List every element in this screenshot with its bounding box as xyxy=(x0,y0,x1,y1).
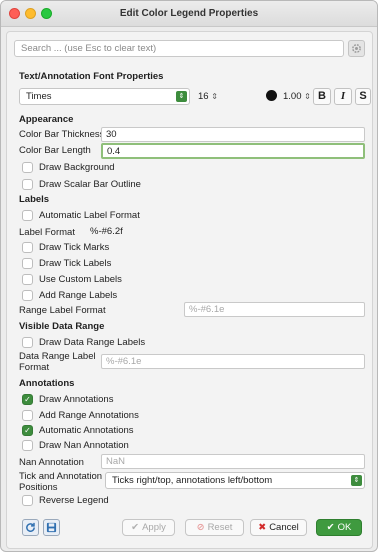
save-defaults-button[interactable] xyxy=(43,519,60,536)
dialog-window: Edit Color Legend Properties Search ... … xyxy=(0,0,378,552)
label-format-label: Label Format xyxy=(19,227,75,238)
font-family-value: Times xyxy=(26,91,52,102)
checkbox-label: Draw Tick Marks xyxy=(39,242,110,253)
nan-annotation-input[interactable]: NaN xyxy=(101,454,365,469)
search-input[interactable]: Search ... (use Esc to clear text) xyxy=(14,40,344,57)
checkbox-box xyxy=(22,290,33,301)
font-size-spinbox[interactable]: 16 ⇕ xyxy=(198,88,218,105)
bar-length-input[interactable]: 0.4 xyxy=(101,143,365,159)
font-opacity-value: 1.00 xyxy=(283,91,302,102)
positions-label-line1: Tick and Annotation xyxy=(19,471,103,482)
refresh-icon xyxy=(26,522,35,532)
spin-arrows-icon: ⇕ xyxy=(211,92,218,101)
checkbox-box xyxy=(22,337,33,348)
checkbox-label: Draw Data Range Labels xyxy=(39,337,146,348)
font-size-value: 16 xyxy=(198,91,209,102)
checkbox-box xyxy=(22,274,33,285)
nan-annotation-label: Nan Annotation xyxy=(19,457,84,468)
select-arrows-icon: ⇕ xyxy=(351,475,362,486)
bar-length-label: Color Bar Length xyxy=(19,145,91,156)
checkbox-label: Add Range Annotations xyxy=(39,410,139,421)
checkmark-icon: ✓ xyxy=(22,425,33,436)
appearance-section-header: Appearance xyxy=(19,114,74,125)
apply-button[interactable]: ✔ Apply xyxy=(122,519,175,536)
label-format-input[interactable]: %-#6.2f xyxy=(85,224,365,239)
data-range-format-input[interactable]: %-#6.1e xyxy=(101,354,365,369)
check-icon: ✔ xyxy=(326,522,335,533)
data-range-format-label-line2: Format xyxy=(19,362,50,373)
checkbox-box xyxy=(22,162,33,173)
positions-value: Ticks right/top, annotations left/bottom xyxy=(112,475,273,486)
floppy-disk-icon xyxy=(46,522,57,533)
data-range-format-label-line1: Data Range Label xyxy=(19,351,96,362)
window-title: Edit Color Legend Properties xyxy=(119,8,259,19)
range-label-format-input[interactable]: %-#6.1e xyxy=(184,302,365,317)
italic-button[interactable]: I xyxy=(334,88,352,105)
font-color-button[interactable] xyxy=(266,90,277,101)
ok-button[interactable]: ✔ OK xyxy=(316,519,362,536)
checkmark-icon: ✔ xyxy=(131,522,140,533)
ok-button-label: OK xyxy=(337,522,352,533)
positions-select[interactable]: Ticks right/top, annotations left/bottom… xyxy=(105,472,365,489)
checkbox-box xyxy=(22,210,33,221)
reset-button-label: Reset xyxy=(207,522,233,533)
checkbox-label: Reverse Legend xyxy=(39,495,109,506)
checkbox-label: Add Range Labels xyxy=(39,290,118,301)
font-family-select[interactable]: Times ⇕ xyxy=(19,88,190,105)
checkbox-box xyxy=(22,242,33,253)
font-properties-row: Times ⇕ 16 ⇕ 1.00 ⇕ B I S xyxy=(19,88,371,105)
checkbox-label: Use Custom Labels xyxy=(39,274,122,285)
bold-button[interactable]: B xyxy=(313,88,331,105)
checkbox-label: Draw Background xyxy=(39,162,115,173)
annotations-section-header: Annotations xyxy=(19,378,75,389)
gear-icon xyxy=(352,44,361,53)
spin-arrows-icon: ⇕ xyxy=(304,92,311,101)
font-opacity-spinbox[interactable]: 1.00 ⇕ xyxy=(283,88,311,105)
checkbox-label: Draw Tick Labels xyxy=(39,258,112,269)
shadow-button[interactable]: S xyxy=(355,88,371,105)
positions-label: Tick and Annotation Positions xyxy=(19,471,102,493)
checkbox-box xyxy=(22,440,33,451)
checkbox-label: Automatic Label Format xyxy=(39,210,140,221)
checkbox-box xyxy=(22,410,33,421)
checkbox-box xyxy=(22,258,33,269)
checkbox-label: Automatic Annotations xyxy=(39,425,134,436)
bar-thickness-label: Color Bar Thickness xyxy=(19,129,105,140)
range-label-format-label: Range Label Format xyxy=(19,305,106,316)
reset-button[interactable]: ⊘ Reset xyxy=(185,519,244,536)
cancel-button[interactable]: ✖ Cancel xyxy=(250,519,307,536)
checkbox-label: Draw Annotations xyxy=(39,394,114,405)
visible-range-section-header: Visible Data Range xyxy=(19,321,105,332)
checkbox-label: Draw Nan Annotation xyxy=(39,440,129,451)
checkmark-icon: ✓ xyxy=(22,394,33,405)
title-bar: Edit Color Legend Properties xyxy=(1,1,377,27)
cancel-x-icon: ✖ xyxy=(258,522,267,533)
cancel-button-label: Cancel xyxy=(269,522,299,533)
apply-button-label: Apply xyxy=(142,522,166,533)
reset-icon: ⊘ xyxy=(196,522,205,533)
data-range-format-label: Data Range Label Format xyxy=(19,351,96,373)
checkbox-label: Draw Scalar Bar Outline xyxy=(39,179,141,190)
advanced-properties-button[interactable] xyxy=(348,40,365,57)
restore-defaults-button[interactable] xyxy=(22,519,39,536)
positions-label-line2: Positions xyxy=(19,482,58,493)
checkbox-box xyxy=(22,495,33,506)
font-section-header: Text/Annotation Font Properties xyxy=(19,71,164,82)
select-arrows-icon: ⇕ xyxy=(176,91,187,102)
labels-section-header: Labels xyxy=(19,194,50,205)
checkbox-box xyxy=(22,179,33,190)
bar-thickness-input[interactable]: 30 xyxy=(101,127,365,142)
